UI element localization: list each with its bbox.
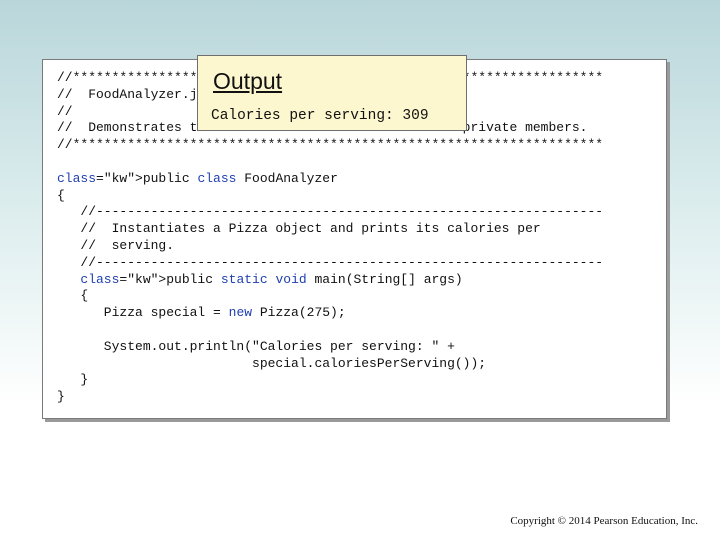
- code-line: class="kw">public class FoodAnalyzer: [57, 170, 338, 186]
- output-title: Output: [213, 68, 283, 94]
- code-line: // serving.: [57, 237, 175, 253]
- code-line: {: [57, 288, 89, 304]
- code-line: special.caloriesPerServing());: [57, 355, 487, 371]
- code-line: //--------------------------------------…: [57, 204, 604, 220]
- code-line: class="kw">public static void main(Strin…: [80, 271, 463, 287]
- code-line: {: [57, 187, 65, 203]
- code-line: // Instantiates a Pizza object and print…: [57, 221, 541, 237]
- code-line: }: [57, 389, 65, 405]
- output-text: Calories per serving: 309: [211, 108, 429, 124]
- code-line: //: [57, 103, 73, 119]
- code-line: //--------------------------------------…: [57, 254, 604, 270]
- code-line: //**************************************…: [57, 137, 604, 153]
- code-line: System.out.println("Calories per serving…: [57, 338, 455, 354]
- copyright-footer: Copyright © 2014 Pearson Education, Inc.: [510, 515, 698, 527]
- code-line: }: [57, 372, 89, 388]
- code-line: Pizza special = new Pizza(275);: [57, 305, 346, 321]
- output-callout: Output Calories per serving: 309: [197, 55, 467, 131]
